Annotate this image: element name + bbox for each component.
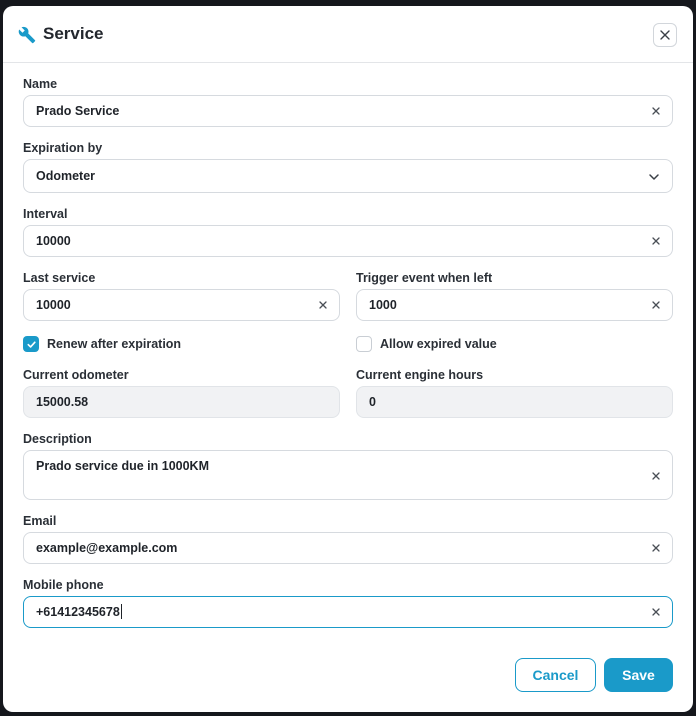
name-value: Prado Service bbox=[36, 104, 120, 118]
save-button[interactable]: Save bbox=[604, 658, 673, 692]
scrollbar[interactable] bbox=[689, 63, 693, 712]
expiration-by-select[interactable]: Odometer bbox=[23, 159, 673, 193]
email-value: example@example.com bbox=[36, 541, 178, 555]
text-caret bbox=[120, 604, 122, 619]
cancel-button[interactable]: Cancel bbox=[515, 658, 596, 692]
trigger-event-value: 1000 bbox=[369, 298, 397, 312]
name-label: Name bbox=[23, 77, 58, 91]
allow-expired-value-label: Allow expired value bbox=[380, 337, 497, 351]
clear-icon[interactable] bbox=[650, 235, 662, 247]
current-odometer-field: 15000.58 bbox=[23, 386, 340, 418]
mobile-phone-label: Mobile phone bbox=[23, 578, 104, 592]
interval-field[interactable]: 10000 bbox=[23, 225, 673, 257]
last-service-label: Last service bbox=[23, 271, 96, 285]
clear-icon[interactable] bbox=[650, 606, 662, 618]
email-field[interactable]: example@example.com bbox=[23, 532, 673, 564]
dialog-title: Service bbox=[43, 24, 104, 43]
checkmark-icon bbox=[26, 340, 36, 348]
close-button[interactable] bbox=[653, 23, 677, 47]
interval-value: 10000 bbox=[36, 234, 71, 248]
service-dialog: Service Name Prado Service Expiration by… bbox=[3, 6, 693, 712]
description-value: Prado service due in 1000KM bbox=[36, 459, 209, 473]
dialog-header: Service bbox=[3, 6, 693, 63]
clear-icon[interactable] bbox=[317, 299, 329, 311]
expiration-by-label: Expiration by bbox=[23, 141, 103, 155]
name-field[interactable]: Prado Service bbox=[23, 95, 673, 127]
clear-icon[interactable] bbox=[650, 470, 662, 482]
wrench-icon bbox=[18, 26, 36, 44]
renew-after-expiration-label: Renew after expiration bbox=[47, 337, 182, 351]
clear-icon[interactable] bbox=[650, 542, 662, 554]
last-service-value: 10000 bbox=[36, 298, 71, 312]
close-icon bbox=[660, 30, 670, 40]
email-label: Email bbox=[23, 514, 57, 528]
mobile-phone-field[interactable]: +61412345678 bbox=[23, 596, 673, 628]
interval-label: Interval bbox=[23, 207, 68, 221]
allow-expired-value-checkbox[interactable] bbox=[356, 336, 372, 352]
trigger-event-label: Trigger event when left bbox=[356, 271, 493, 285]
current-odometer-label: Current odometer bbox=[23, 368, 129, 382]
current-odometer-value: 15000.58 bbox=[36, 395, 89, 409]
last-service-field[interactable]: 10000 bbox=[23, 289, 340, 321]
description-textarea[interactable]: Prado service due in 1000KM bbox=[23, 450, 673, 500]
trigger-event-field[interactable]: 1000 bbox=[356, 289, 673, 321]
expiration-by-value: Odometer bbox=[36, 169, 96, 183]
clear-icon[interactable] bbox=[650, 105, 662, 117]
mobile-phone-value: +61412345678 bbox=[36, 605, 120, 619]
clear-icon[interactable] bbox=[650, 299, 662, 311]
current-engine-hours-label: Current engine hours bbox=[356, 368, 484, 382]
chevron-down-icon bbox=[649, 174, 659, 180]
current-engine-hours-field: 0 bbox=[356, 386, 673, 418]
renew-after-expiration-checkbox[interactable] bbox=[23, 336, 39, 352]
current-engine-hours-value: 0 bbox=[369, 395, 376, 409]
description-label: Description bbox=[23, 432, 92, 446]
